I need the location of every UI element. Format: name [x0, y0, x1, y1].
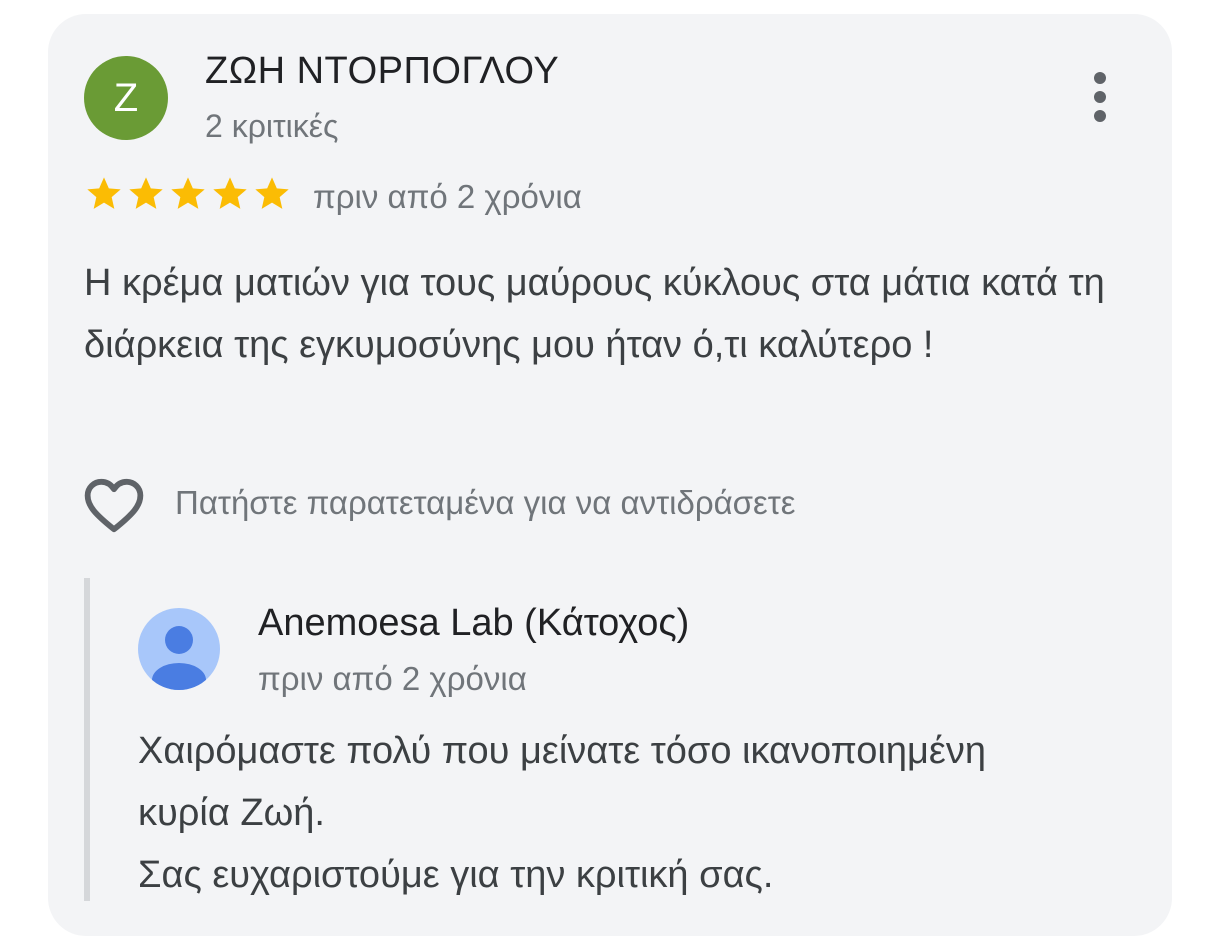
react-hint[interactable]: Πατήστε παρατεταμένα για να αντιδράσετε — [175, 484, 796, 522]
star-icon — [252, 174, 292, 218]
heart-outline-icon[interactable] — [82, 476, 146, 539]
star-icon — [168, 174, 208, 218]
reply-line: Σας ευχαριστούμε για την κριτική σας. — [138, 854, 774, 896]
reply-line: κυρία Ζωή. — [138, 792, 325, 834]
star-icon — [210, 174, 250, 218]
review-text: Η κρέμα ματιών για τους μαύρους κύκλους … — [84, 262, 1105, 366]
person-icon — [138, 608, 220, 690]
author-review-count: 2 κριτικές — [205, 108, 339, 144]
reply-line: Χαιρόμαστε πολύ που μείνατε τόσο ικανοπο… — [138, 730, 986, 772]
owner-name: Anemoesa Lab (Κάτοχος) — [258, 602, 690, 644]
reply-divider — [84, 578, 90, 901]
review-time: πριν από 2 χρόνια — [313, 178, 582, 215]
author-avatar[interactable]: Z — [84, 56, 168, 140]
star-rating — [84, 174, 292, 218]
star-icon — [84, 174, 124, 218]
owner-reply-time: πριν από 2 χρόνια — [258, 660, 527, 697]
more-options-icon[interactable] — [1080, 66, 1120, 128]
author-name[interactable]: ΖΩΗ ΝΤΟΡΠΟΓΛΟΥ — [205, 50, 559, 93]
owner-reply-text: Χαιρόμαστε πολύ που μείνατε τόσο ικανοπο… — [138, 720, 1138, 906]
star-icon — [126, 174, 166, 218]
author-initial: Z — [113, 76, 139, 120]
